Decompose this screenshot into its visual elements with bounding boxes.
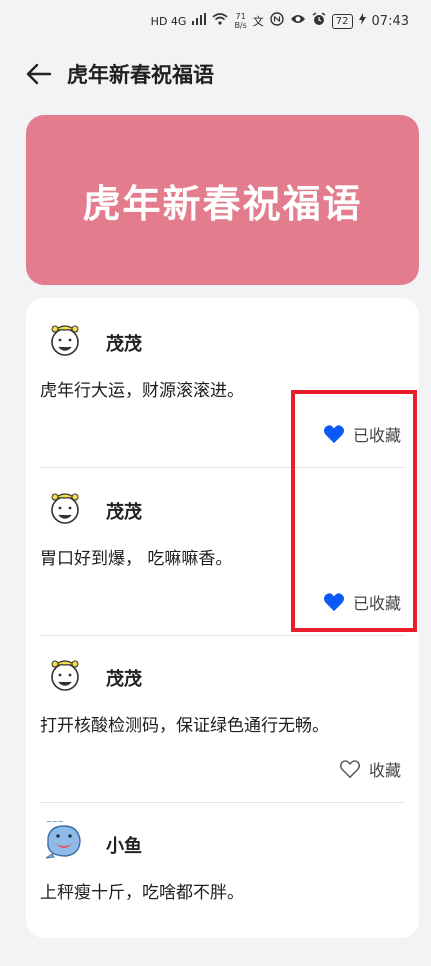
highlight-box (291, 390, 417, 632)
author-name: 茂茂 (106, 334, 142, 355)
list-item[interactable]: 茂茂 打开核酸检测码，保证绿色通行无畅。 收藏 (40, 633, 405, 799)
blessing-text: 虎年行大运，财源滚滚进。 (40, 381, 244, 401)
blessing-text: 上秤瘦十斤，吃啥都不胖。 (40, 883, 244, 903)
nfc-icon (270, 12, 284, 30)
back-arrow-icon (26, 63, 52, 85)
clock-time: 07:43 (371, 13, 409, 29)
signal-icon (192, 13, 207, 29)
list-item[interactable]: ~~~ 小鱼 上秤瘦十斤，吃啥都不胖。 (40, 800, 405, 966)
author-name: 茂茂 (106, 669, 142, 690)
back-button[interactable] (25, 60, 53, 88)
avatar (46, 655, 84, 693)
avatar: ~~~ (45, 818, 84, 860)
network-indicator: HD 4G (150, 14, 187, 28)
favorite-label: 收藏 (368, 761, 401, 780)
page-title: 虎年新春祝福语 (67, 63, 214, 87)
author-name: 小鱼 (106, 836, 142, 857)
battery-indicator: 72 (331, 13, 353, 29)
title-bar: 虎年新春祝福语 (0, 52, 431, 96)
alarm-icon (312, 12, 326, 30)
heart-outline-icon (339, 760, 361, 779)
banner-title: 虎年新春祝福语 (82, 181, 363, 226)
banner: 虎年新春祝福语 (26, 115, 419, 285)
svg-text:~~~: ~~~ (46, 818, 64, 826)
charging-icon (358, 13, 366, 29)
avatar (46, 320, 84, 358)
net-speed: 71 B/s (234, 12, 247, 30)
favorite-button[interactable]: 收藏 (339, 757, 401, 781)
author-name: 茂茂 (106, 502, 142, 523)
blessing-text: 打开核酸检测码，保证绿色通行无畅。 (40, 716, 329, 736)
status-bar: HD 4G 71 B/s 文 72 07:43 (0, 0, 431, 42)
wifi-icon (212, 13, 228, 29)
eye-icon (290, 13, 306, 29)
ime-indicator: 文 (252, 15, 264, 28)
blessing-text: 胃口好到爆， 吃嘛嘛香。 (40, 549, 233, 569)
avatar (46, 488, 84, 526)
